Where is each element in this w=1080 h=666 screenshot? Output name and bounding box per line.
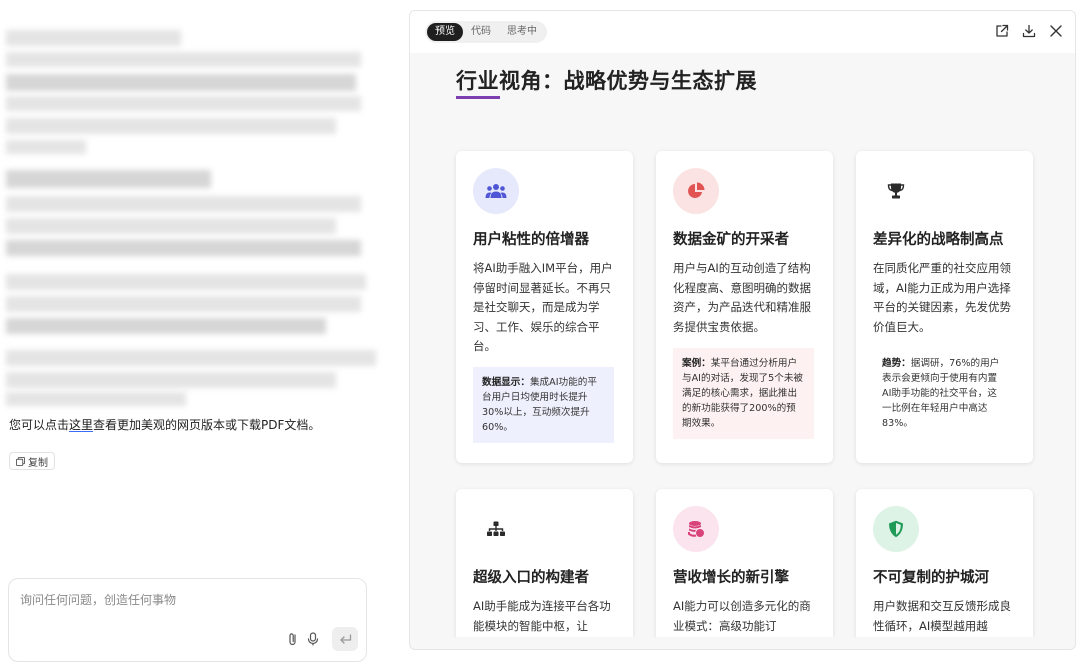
- users-icon: [473, 168, 519, 214]
- tab-code[interactable]: 代码: [463, 23, 499, 41]
- shield-icon: [873, 506, 919, 552]
- sitemap-icon: [473, 506, 519, 552]
- card-body: 在同质化严重的社交应用领域，AI能力正成为用户选择平台的关键因素，先发优势价值巨…: [873, 261, 1011, 334]
- note-label: 趋势：: [882, 358, 911, 369]
- card-body: AI助手能成为连接平台各功能模块的智能中枢，让: [473, 599, 611, 633]
- card-body: 用户数据和交互反馈形成良性循环，AI模型越用越: [873, 599, 1011, 633]
- card-body: 用户与AI的互动创造了结构化程度高、意图明确的数据资产，为产品迭代和精准服务提供…: [673, 261, 811, 334]
- preview-panel: 预览 代码 思考中 行业视角：战略优势与生态扩展 用户粘性的倍增器 将AI助手融…: [409, 10, 1076, 650]
- card-body: 将AI助手融入IM平台，用户停留时间显著延长。不再只是社交聊天，而是成为学习、工…: [473, 261, 613, 353]
- card-body: AI能力可以创造多元化的商业模式：高级功能订: [673, 599, 811, 633]
- note-label: 数据显示：: [482, 377, 530, 388]
- card-user-stickiness: 用户粘性的倍增器 将AI助手融入IM平台，用户停留时间显著延长。不再只是社交聊天…: [456, 151, 633, 463]
- card-title: 不可复制的护城河: [873, 570, 989, 586]
- tab-preview[interactable]: 预览: [427, 23, 463, 41]
- card-title: 差异化的战略制高点: [873, 232, 1004, 248]
- card-revenue-engine: 营收增长的新引擎 AI能力可以创造多元化的商业模式：高级功能订: [656, 489, 833, 637]
- page-title: 行业视角：战略优势与生态扩展: [456, 69, 757, 93]
- card-super-entry: 超级入口的构建者 AI助手能成为连接平台各功能模块的智能中枢，让: [456, 489, 633, 637]
- card-title: 超级入口的构建者: [473, 570, 589, 586]
- preview-content[interactable]: 行业视角：战略优势与生态扩展 用户粘性的倍增器 将AI助手融入IM平台，用户停留…: [410, 53, 1075, 637]
- card-title: 营收增长的新引擎: [673, 570, 789, 586]
- pie-chart-icon: [673, 168, 719, 214]
- note-label: 案例：: [682, 358, 711, 369]
- copy-label: 复制: [28, 457, 48, 469]
- card-note: 案例：某平台通过分析用户与AI的对话，发现了5个未被满足的核心需求，据此推出的新…: [673, 348, 814, 439]
- close-icon[interactable]: [1049, 23, 1063, 37]
- chat-column: 您可以点击这里查看更加美观的网页版本或下载PDF文档。 复制 询问任何问题，创造…: [0, 0, 400, 666]
- chat-message-text: 您可以点击这里查看更加美观的网页版本或下载PDF文档。: [9, 416, 320, 433]
- message-composer[interactable]: 询问任何问题，创造任何事物: [8, 578, 367, 662]
- coins-icon: [673, 506, 719, 552]
- copy-button[interactable]: 复制: [9, 452, 55, 470]
- enter-arrow-icon: [339, 633, 351, 644]
- card-strategic-high-ground: 差异化的战略制高点 在同质化严重的社交应用领域，AI能力正成为用户选择平台的关键…: [856, 151, 1033, 463]
- microphone-icon[interactable]: [305, 631, 321, 647]
- card-title: 用户粘性的倍增器: [473, 232, 589, 248]
- card-data-goldmine: 数据金矿的开采者 用户与AI的互动创造了结构化程度高、意图明确的数据资产，为产品…: [656, 151, 833, 463]
- send-button[interactable]: [332, 627, 358, 651]
- trophy-icon: [873, 168, 919, 214]
- card-note: 趋势：据调研，76%的用户表示会更倾向于使用有内置AI助手功能的社交平台，这一比…: [873, 348, 1014, 439]
- card-title: 数据金矿的开采者: [673, 232, 789, 248]
- card-note: 数据显示：集成AI功能的平台用户日均使用时长提升30%以上，互动频次提升60%。: [473, 367, 614, 443]
- download-icon[interactable]: [1022, 23, 1036, 38]
- preview-toolbar: 预览 代码 思考中: [410, 11, 1075, 53]
- copy-icon: [16, 456, 25, 466]
- tab-thinking[interactable]: 思考中: [499, 23, 545, 41]
- title-underline: [456, 96, 500, 99]
- view-tabs: 预览 代码 思考中: [425, 21, 547, 43]
- preview-link[interactable]: 这里: [69, 418, 93, 432]
- open-external-icon[interactable]: [995, 23, 1009, 37]
- composer-placeholder: 询问任何问题，创造任何事物: [20, 593, 177, 607]
- note-suffix: 查看更加美观的网页版本或下载PDF文档。: [93, 418, 321, 432]
- attach-icon[interactable]: [285, 631, 301, 647]
- card-moat: 不可复制的护城河 用户数据和交互反馈形成良性循环，AI模型越用越: [856, 489, 1033, 637]
- note-prefix: 您可以点击: [9, 418, 70, 432]
